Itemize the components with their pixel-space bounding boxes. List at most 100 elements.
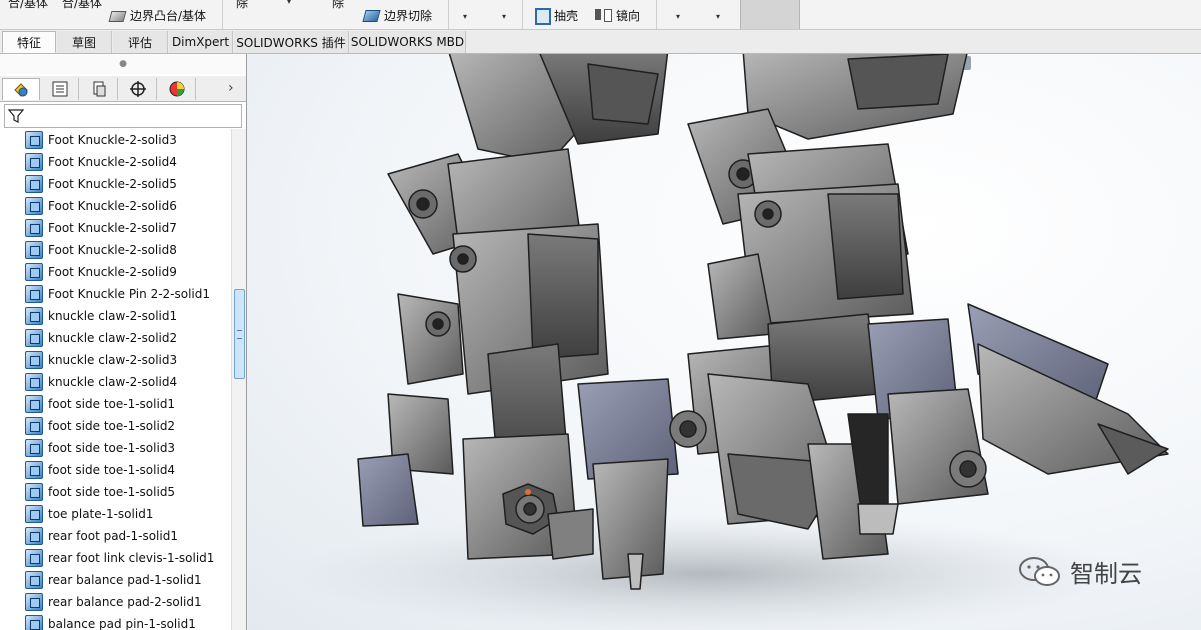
tree-item[interactable]: rear foot pad-1-solid1 [0, 525, 231, 547]
3d-model-render[interactable] [248, 54, 1201, 630]
tree-item-label: knuckle claw-2-solid4 [48, 375, 178, 389]
boundary-cut-button[interactable]: 边界切除 [362, 6, 432, 24]
filter-icon [8, 109, 24, 123]
tab-sketch[interactable]: 草图 [57, 31, 112, 53]
solid-body-icon [25, 285, 43, 303]
manager-tabs: › [0, 76, 246, 102]
tree-item-label: toe plate-1-solid1 [48, 507, 154, 521]
more-tabs-arrow[interactable]: › [228, 80, 234, 96]
ribbon-cut-label-2[interactable]: 合/基体 [62, 0, 102, 11]
tree-item[interactable]: balance pad pin-1-solid1 [0, 613, 231, 630]
tab-features[interactable]: 特征 [2, 31, 56, 53]
tree-item-label: rear balance pad-2-solid1 [48, 595, 202, 609]
solid-body-icon [25, 197, 43, 215]
watermark-text: 智制云 [1070, 560, 1142, 588]
configuration-manager-tab[interactable] [80, 78, 118, 100]
tree-item[interactable]: rear foot link clevis-1-solid1 [0, 547, 231, 569]
solid-body-icon [25, 373, 43, 391]
tree-item-label: rear foot link clevis-1-solid1 [48, 551, 215, 565]
tree-item-label: Foot Knuckle-2-solid6 [48, 199, 177, 213]
dropdown-caret-icon[interactable]: ▾ [463, 12, 467, 21]
solid-body-icon [25, 439, 43, 457]
tree-item[interactable]: Foot Knuckle-2-solid9 [0, 261, 231, 283]
tree-item[interactable]: Foot Knuckle-2-solid5 [0, 173, 231, 195]
dimxpert-manager-tab[interactable] [119, 78, 157, 100]
display-manager-tab[interactable] [158, 78, 196, 100]
ribbon-cut-label[interactable]: 合/基体 [8, 0, 48, 11]
tree-item-label: knuckle claw-2-solid3 [48, 353, 178, 367]
dropdown-caret-icon[interactable]: ▾ [287, 0, 291, 6]
feature-tree: Foot Knuckle-2-solid3 Foot Knuckle-2-soli… [0, 129, 231, 630]
tab-evaluate[interactable]: 评估 [113, 31, 168, 53]
tree-item[interactable]: foot side toe-1-solid1 [0, 393, 231, 415]
solid-body-icon [25, 461, 43, 479]
cut-remove-button-1[interactable]: 除 [236, 0, 248, 11]
tree-item-label: rear foot pad-1-solid1 [48, 529, 178, 543]
tree-item[interactable]: Foot Knuckle-2-solid3 [0, 129, 231, 151]
wechat-icon [1019, 556, 1060, 586]
tree-item[interactable]: foot side toe-1-solid4 [0, 459, 231, 481]
appearance-ball-icon [169, 81, 184, 97]
boundary-boss-button[interactable]: 边界凸台/基体 [108, 6, 206, 24]
tab-solidworks-mbd[interactable]: SOLIDWORKS MBD [350, 31, 466, 53]
tree-item-label: balance pad pin-1-solid1 [48, 617, 196, 630]
solid-body-icon [25, 593, 43, 611]
tree-item-label: knuckle claw-2-solid2 [48, 331, 178, 345]
tree-item-label: Foot Knuckle-2-solid8 [48, 243, 177, 257]
tree-item-label: foot side toe-1-solid1 [48, 397, 176, 411]
tree-item[interactable]: knuckle claw-2-solid2 [0, 327, 231, 349]
tree-item-label: foot side toe-1-solid5 [48, 485, 176, 499]
graphics-viewport[interactable]: 智制云 [248, 54, 1201, 630]
crosshair-icon [129, 81, 146, 97]
solid-body-icon [25, 307, 43, 325]
tab-solidworks-addins[interactable]: SOLIDWORKS 插件 [234, 31, 349, 53]
tree-item[interactable]: Foot Knuckle-2-solid7 [0, 217, 231, 239]
solid-body-icon [25, 505, 43, 523]
feature-tree-icon [14, 82, 28, 97]
tree-item-label: knuckle claw-2-solid1 [48, 309, 178, 323]
tree-scrollbar[interactable] [231, 129, 246, 630]
dropdown-caret-icon[interactable]: ▾ [676, 12, 680, 21]
shell-button[interactable]: 抽壳 [532, 6, 578, 25]
mirror-button[interactable]: 镜向 [594, 6, 640, 24]
tree-item-label: foot side toe-1-solid3 [48, 441, 176, 455]
solid-body-icon [25, 219, 43, 237]
panel-grip[interactable]: ● [0, 54, 246, 74]
tree-item[interactable]: Foot Knuckle-2-solid8 [0, 239, 231, 261]
tree-item-label: rear balance pad-1-solid1 [48, 573, 202, 587]
tree-item[interactable]: knuckle claw-2-solid3 [0, 349, 231, 371]
tree-item-label: Foot Knuckle-2-solid4 [48, 155, 177, 169]
boundary-cut-icon [362, 6, 380, 24]
shell-icon [532, 6, 551, 25]
tree-item[interactable]: toe plate-1-solid1 [0, 503, 231, 525]
command-ribbon: 合/基体 合/基体 边界凸台/基体 除 ▾ 除 边界切除 ▾ ▾ 抽壳 镜向 ▾… [0, 0, 1201, 30]
dropdown-caret-icon[interactable]: ▾ [502, 12, 506, 21]
solid-body-icon [25, 527, 43, 545]
tree-item[interactable]: Foot Knuckle-2-solid4 [0, 151, 231, 173]
dropdown-caret-icon[interactable]: ▾ [716, 12, 720, 21]
solid-body-icon [25, 329, 43, 347]
solid-body-icon [25, 153, 43, 171]
tree-item[interactable]: rear balance pad-1-solid1 [0, 569, 231, 591]
tree-item[interactable]: Foot Knuckle Pin 2-2-solid1 [0, 283, 231, 305]
solid-body-icon [25, 571, 43, 589]
feature-manager-tab[interactable] [2, 78, 40, 100]
tree-item-label: Foot Knuckle-2-solid3 [48, 133, 177, 147]
solid-body-icon [25, 263, 43, 281]
tree-item[interactable]: foot side toe-1-solid2 [0, 415, 231, 437]
solid-body-icon [25, 615, 43, 630]
mirror-icon [594, 6, 612, 24]
tree-item[interactable]: foot side toe-1-solid3 [0, 437, 231, 459]
scrollbar-thumb[interactable] [234, 289, 245, 379]
cut-remove-button-2[interactable]: 除 [332, 0, 344, 11]
tree-item[interactable]: knuckle claw-2-solid4 [0, 371, 231, 393]
tree-item[interactable]: knuckle claw-2-solid1 [0, 305, 231, 327]
solid-body-icon [25, 395, 43, 413]
tree-filter[interactable] [4, 104, 242, 128]
solid-body-icon [25, 241, 43, 259]
property-manager-tab[interactable] [41, 78, 79, 100]
tree-item[interactable]: foot side toe-1-solid5 [0, 481, 231, 503]
tab-dimxpert[interactable]: DimXpert [169, 31, 233, 53]
tree-item[interactable]: Foot Knuckle-2-solid6 [0, 195, 231, 217]
tree-item[interactable]: rear balance pad-2-solid1 [0, 591, 231, 613]
